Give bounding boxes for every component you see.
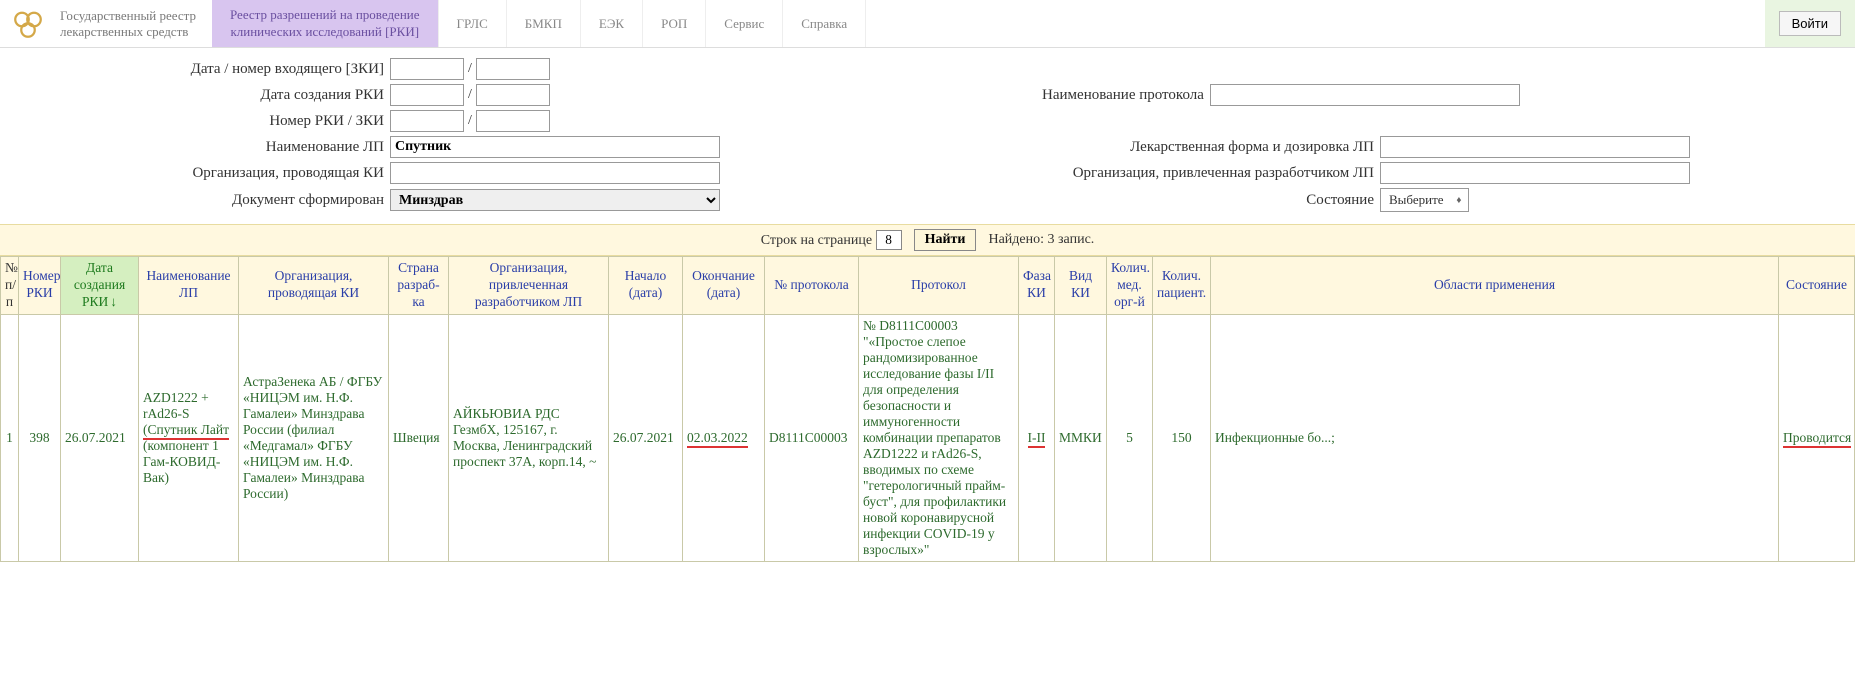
cell-proto: D8111C00003 xyxy=(765,314,859,561)
label-num: Номер РКИ / ЗКИ xyxy=(0,113,390,130)
col-num[interactable]: Номер РКИ xyxy=(19,257,61,315)
label-formdose: Лекарственная форма и дозировка ЛП xyxy=(960,139,1380,156)
found-count: Найдено: 3 запис. xyxy=(988,232,1094,248)
col-start[interactable]: Начало (дата) xyxy=(609,257,683,315)
col-protoname[interactable]: Протокол xyxy=(859,257,1019,315)
col-idx[interactable]: № п/п xyxy=(1,257,19,315)
find-button[interactable]: Найти xyxy=(914,229,977,251)
cell-lp: AZD1222 + rAd26-S (Спутник Лайт (компоне… xyxy=(139,314,239,561)
results-table: № п/п Номер РКИ Дата создания РКИ↓ Наиме… xyxy=(0,256,1855,562)
col-devorg[interactable]: Организация, привлеченная разработчиком … xyxy=(449,257,609,315)
col-medn[interactable]: Колич. мед. орг-й xyxy=(1107,257,1153,315)
label-org: Организация, проводящая КИ xyxy=(0,165,390,182)
input-proto[interactable] xyxy=(1210,84,1520,106)
cell-devorg: АЙКЬЮВИА РДС ГезмбХ, 125167, г. Москва, … xyxy=(449,314,609,561)
topbar: Государственный реестр лекарственных сре… xyxy=(0,0,1855,48)
label-created: Дата создания РКИ xyxy=(0,87,390,104)
input-created-to[interactable] xyxy=(476,84,550,106)
cell-phase: I-II xyxy=(1019,314,1055,561)
label-docform: Документ сформирован xyxy=(0,192,390,209)
input-incoming-num[interactable] xyxy=(476,58,550,80)
col-state[interactable]: Состояние xyxy=(1779,257,1855,315)
cell-org: АстраЗенека АБ / ФГБУ «НИЦЭМ им. Н.Ф. Га… xyxy=(239,314,389,561)
cell-num: 398 xyxy=(19,314,61,561)
logo xyxy=(0,0,56,47)
col-date[interactable]: Дата создания РКИ↓ xyxy=(61,257,139,315)
cell-idx: 1 xyxy=(1,314,19,561)
tab-bmkp[interactable]: БМКП xyxy=(507,0,581,47)
tab-rki[interactable]: Реестр разрешений на проведение клиничес… xyxy=(212,0,439,47)
slash: / xyxy=(464,61,476,77)
select-docform[interactable]: Минздрав xyxy=(390,189,720,211)
col-phase[interactable]: Фаза КИ xyxy=(1019,257,1055,315)
label-incoming: Дата / номер входящего [ЗКИ] xyxy=(0,61,390,78)
col-area[interactable]: Области применения xyxy=(1211,257,1779,315)
input-devorg[interactable] xyxy=(1380,162,1690,184)
caret-icon: ♦ xyxy=(1456,195,1461,206)
label-proto: Наименование протокола xyxy=(790,87,1210,104)
label-devorg: Организация, привлеченная разработчиком … xyxy=(960,165,1380,182)
col-lp[interactable]: Наименование ЛП xyxy=(139,257,239,315)
pager-bar: Строк на странице Найти Найдено: 3 запис… xyxy=(0,224,1855,256)
label-state: Состояние xyxy=(960,192,1380,209)
tab-service[interactable]: Сервис xyxy=(706,0,783,47)
col-proto[interactable]: № протокола xyxy=(765,257,859,315)
input-rki-num[interactable] xyxy=(390,110,464,132)
cell-date: 26.07.2021 xyxy=(61,314,139,561)
cell-start: 26.07.2021 xyxy=(609,314,683,561)
input-org[interactable] xyxy=(390,162,720,184)
tab-help[interactable]: Справка xyxy=(783,0,866,47)
col-pat[interactable]: Колич. пациент. xyxy=(1153,257,1211,315)
login-button[interactable]: Войти xyxy=(1779,11,1841,36)
sort-arrow-icon: ↓ xyxy=(110,294,117,309)
col-country[interactable]: Страна разраб-ка xyxy=(389,257,449,315)
col-end[interactable]: Окончание (дата) xyxy=(683,257,765,315)
cell-area: Инфекционные бо...; xyxy=(1211,314,1779,561)
input-lp[interactable] xyxy=(390,136,720,158)
brand-title: Государственный реестр лекарственных сре… xyxy=(56,0,212,47)
tab-grls[interactable]: ГРЛС xyxy=(439,0,507,47)
rows-per-page-label: Строк на странице xyxy=(761,230,902,250)
cell-end: 02.03.2022 xyxy=(683,314,765,561)
col-type[interactable]: Вид КИ xyxy=(1055,257,1107,315)
input-formdose[interactable] xyxy=(1380,136,1690,158)
cell-country: Швеция xyxy=(389,314,449,561)
cell-type: ММКИ xyxy=(1055,314,1107,561)
input-zki-num[interactable] xyxy=(476,110,550,132)
cell-pat: 150 xyxy=(1153,314,1211,561)
cell-state: Проводится xyxy=(1779,314,1855,561)
tab-rop[interactable]: РОП xyxy=(643,0,706,47)
input-created-from[interactable] xyxy=(390,84,464,106)
select-state[interactable]: Выберите ♦ xyxy=(1380,188,1469,212)
input-rows-per-page[interactable] xyxy=(876,230,902,250)
cell-protoname: № D8111C00003 "«Простое слепое рандомизи… xyxy=(859,314,1019,561)
logo-icon xyxy=(10,6,46,42)
col-org[interactable]: Организация, проводящая КИ xyxy=(239,257,389,315)
login-area: Войти xyxy=(1765,0,1855,47)
table-row[interactable]: 1 398 26.07.2021 AZD1222 + rAd26-S (Спут… xyxy=(1,314,1855,561)
input-incoming-date[interactable] xyxy=(390,58,464,80)
label-lp: Наименование ЛП xyxy=(0,139,390,156)
filter-form: Дата / номер входящего [ЗКИ] / Дата созд… xyxy=(0,48,1855,224)
cell-medn: 5 xyxy=(1107,314,1153,561)
tab-eek[interactable]: ЕЭК xyxy=(581,0,643,47)
